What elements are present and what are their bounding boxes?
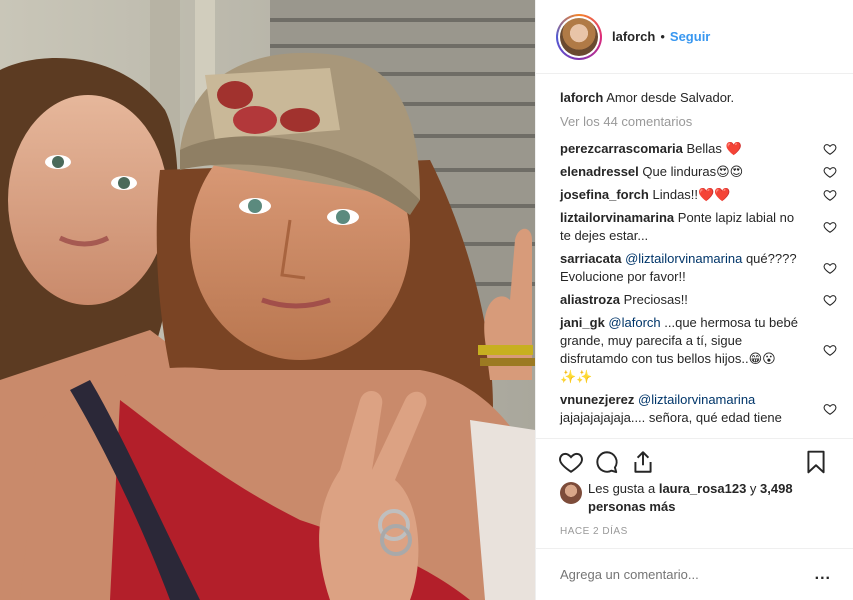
comment-item: sarriacata @liztailorvinamarina qué???? …: [560, 250, 837, 286]
save-button[interactable]: [803, 449, 839, 475]
comment-item: elenadressel Que linduras😍😍: [560, 163, 837, 181]
caption: laforch Amor desde Salvador.: [560, 89, 831, 107]
comment-icon: [596, 451, 618, 474]
liker-avatar[interactable]: [560, 482, 582, 504]
follow-button[interactable]: Seguir: [670, 29, 710, 44]
comment-like-heart-icon[interactable]: [823, 402, 837, 416]
add-comment-bar: ...: [536, 548, 853, 600]
heart-icon: [559, 452, 583, 473]
caption-text: Amor desde Salvador.: [606, 90, 735, 105]
comment-text: Que linduras😍😍: [642, 164, 744, 179]
comment-text: jajajajajajaja.... señora, qué edad tien…: [560, 410, 782, 425]
post-photo[interactable]: [0, 0, 535, 600]
comment-like-heart-icon[interactable]: [823, 188, 837, 202]
comment-mention[interactable]: @liztailorvinamarina: [625, 251, 742, 266]
like-button[interactable]: [558, 449, 594, 475]
caption-username[interactable]: laforch: [560, 90, 603, 105]
comment-text: Preciosas!!: [623, 292, 688, 307]
comment-username[interactable]: vnunezjerez: [560, 392, 634, 407]
profile-avatar[interactable]: [556, 13, 602, 60]
avatar-image: [560, 17, 598, 56]
comment-button[interactable]: [594, 449, 630, 475]
comment-item: liztailorvinamarina Ponte lapiz labial n…: [560, 209, 837, 245]
comment-item: josefina_forch Lindas!!❤️❤️: [560, 186, 837, 204]
likes-text: Les gusta a laura_rosa123 y 3,498 person…: [588, 480, 833, 516]
view-all-comments-link[interactable]: Ver los 44 comentarios: [560, 113, 831, 131]
comment-like-heart-icon[interactable]: [823, 293, 837, 307]
comment-username[interactable]: elenadressel: [560, 164, 639, 179]
comment-like-heart-icon[interactable]: [823, 220, 837, 234]
share-icon: [634, 451, 652, 473]
action-bar: [536, 438, 853, 484]
comment-username[interactable]: aliastroza: [560, 292, 620, 307]
post-side-panel: laforch • Seguir laforch Amor desde Salv…: [535, 0, 853, 600]
post-timestamp[interactable]: HACE 2 DÍAS: [560, 526, 628, 537]
comment-username[interactable]: josefina_forch: [560, 187, 649, 202]
likes-suffix: y: [749, 481, 757, 496]
comment-like-heart-icon[interactable]: [823, 142, 837, 156]
comment-username[interactable]: jani_gk: [560, 315, 605, 330]
comment-text: Bellas ❤️: [686, 141, 742, 156]
comment-like-heart-icon[interactable]: [823, 165, 837, 179]
share-button[interactable]: [630, 449, 666, 475]
comment-item: perezcarrascomaria Bellas ❤️: [560, 140, 837, 158]
post-header: laforch • Seguir: [536, 0, 853, 74]
comment-item: vnunezjerez @liztailorvinamarina jajajaj…: [560, 391, 837, 427]
likes-prefix: Les gusta a: [588, 481, 656, 496]
post-photo-image: [0, 0, 535, 600]
comment-like-heart-icon[interactable]: [823, 261, 837, 275]
comment-item: jani_gk @laforch ...que hermosa tu bebé …: [560, 314, 837, 386]
comment-input[interactable]: [560, 567, 815, 582]
comment-like-heart-icon[interactable]: [823, 343, 837, 357]
comments-section[interactable]: laforch Amor desde Salvador. Ver los 44 …: [536, 75, 853, 438]
comment-item: aliastroza Preciosas!!: [560, 291, 837, 309]
header-separator: •: [660, 29, 665, 44]
comment-text: Lindas!!❤️❤️: [652, 187, 731, 202]
comment-username[interactable]: perezcarrascomaria: [560, 141, 683, 156]
likes-summary: Les gusta a laura_rosa123 y 3,498 person…: [560, 480, 833, 516]
header-username[interactable]: laforch: [612, 29, 655, 44]
comment-mention[interactable]: @liztailorvinamarina: [638, 392, 755, 407]
comment-username[interactable]: liztailorvinamarina: [560, 210, 674, 225]
comment-mention[interactable]: @laforch: [608, 315, 660, 330]
liker-username[interactable]: laura_rosa123: [659, 481, 746, 496]
comment-username[interactable]: sarriacata: [560, 251, 621, 266]
more-options-icon[interactable]: ...: [815, 566, 831, 584]
bookmark-icon: [807, 450, 825, 474]
